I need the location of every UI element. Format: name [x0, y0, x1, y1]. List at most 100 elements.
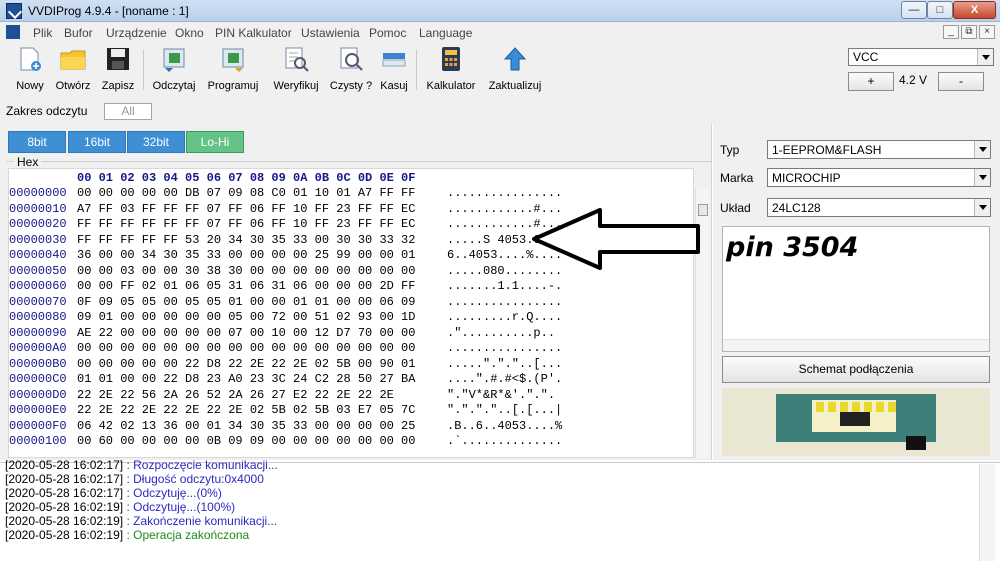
- brand-select[interactable]: MICROCHIP: [767, 168, 991, 187]
- menu-settings[interactable]: Ustawienia: [301, 26, 360, 40]
- log-panel[interactable]: [2020-05-28 16:02:17] : Rozpoczęcie komu…: [0, 458, 1000, 563]
- hex-row: 00000050 00 00 03 00 00 30 38 30 00 00 00…: [9, 263, 562, 279]
- hex-row-ascii: "."V*&R*&'.".".: [447, 387, 556, 402]
- title-bar[interactable]: VVDIProg 4.9.4 - [noname : 1] — □ X: [0, 0, 1000, 22]
- model-value: 24LC128: [772, 201, 821, 215]
- read-label: Odczytaj: [152, 80, 196, 92]
- log-timestamp: [2020-05-28 16:02:19]: [5, 500, 124, 514]
- mdi-close-button[interactable]: ×: [979, 25, 995, 39]
- folder-icon: [60, 50, 86, 70]
- hex-row-ascii: .........r.Q....: [447, 310, 563, 324]
- read-range-field[interactable]: All: [104, 103, 152, 120]
- menu-language[interactable]: Language: [419, 26, 472, 40]
- menu-file[interactable]: Plik: [33, 26, 52, 40]
- blank-check-button[interactable]: Czysty ?: [328, 46, 374, 94]
- menu-window[interactable]: Okno: [175, 26, 204, 40]
- hex-row-ascii: .......1.1....-.: [447, 279, 563, 293]
- save-label: Zapisz: [101, 80, 135, 92]
- hex-row-ascii: ....".#.#<$.(P'.: [447, 372, 563, 386]
- log-message: : Długość odczytu:0x4000: [126, 472, 264, 486]
- hex-group-label: Hex: [14, 155, 42, 169]
- hex-row: 000000E0 22 2E 22 2E 22 2E 22 2E 02 5B 02…: [9, 403, 562, 418]
- verify-button[interactable]: Weryfikuj: [268, 46, 324, 94]
- mdi-minimize-button[interactable]: _: [943, 25, 959, 39]
- toolbar-separator: [143, 50, 144, 90]
- hex-row-bytes: 00 00 00 00 00 DB 07 09 08 C0 01 10 01 A…: [77, 186, 416, 200]
- hex-row-address: 00000030: [9, 232, 67, 247]
- hex-row-address: 00000040: [9, 248, 67, 262]
- log-message: : Rozpoczęcie komunikacji...: [126, 458, 278, 472]
- log-message: : Odczytuję...(100%): [126, 500, 236, 514]
- model-select[interactable]: 24LC128: [767, 198, 991, 217]
- chevron-down-icon: [974, 169, 990, 186]
- hex-row-bytes: 00 00 00 00 00 00 00 00 00 00 00 00 00 0…: [77, 341, 416, 355]
- program-label: Programuj: [207, 80, 259, 92]
- hex-row-bytes: 22 2E 22 56 2A 26 52 2A 26 27 E2 22 2E 2…: [77, 387, 394, 402]
- new-button[interactable]: Nowy: [12, 46, 48, 94]
- type-select[interactable]: 1-EEPROM&FLASH: [767, 140, 991, 159]
- hex-row: 00000070 0F 09 05 05 00 05 05 01 00 00 01…: [9, 294, 562, 310]
- type-label: Typ: [720, 143, 740, 157]
- log-entry: [2020-05-28 16:02:17] : Odczytuję...(0%): [5, 486, 222, 500]
- hex-row-ascii: .B..6..4053....%: [447, 418, 563, 433]
- log-vertical-scrollbar[interactable]: [979, 464, 995, 561]
- verify-icon: [285, 47, 309, 72]
- menu-buffer[interactable]: Bufor: [64, 26, 93, 40]
- mode-8bit-button[interactable]: 8bit: [8, 131, 66, 153]
- log-entry: [2020-05-28 16:02:17] : Długość odczytu:…: [5, 472, 264, 486]
- notes-horizontal-scrollbar[interactable]: [723, 339, 989, 351]
- chip-diagram: [722, 388, 990, 456]
- save-button[interactable]: Zapisz: [100, 46, 136, 94]
- log-timestamp: [2020-05-28 16:02:17]: [5, 486, 124, 500]
- mdi-restore-button[interactable]: ⧉: [961, 25, 977, 39]
- verify-label: Weryfikuj: [273, 80, 319, 92]
- calculator-button[interactable]: Kalkulator: [422, 46, 480, 94]
- open-button[interactable]: Otwórz: [52, 46, 94, 94]
- menu-help[interactable]: Pomoc: [369, 26, 406, 40]
- hex-row-address: 000000C0: [9, 372, 67, 386]
- hex-row: 00000100 00 60 00 00 00 00 0B 09 09 00 00…: [9, 434, 562, 449]
- erase-button[interactable]: Kasuj: [378, 46, 410, 94]
- log-entry: [2020-05-28 16:02:19] : Operacja zakończ…: [5, 528, 249, 542]
- mode-lohi-button[interactable]: Lo-Hi: [186, 131, 244, 153]
- mode-16bit-button[interactable]: 16bit: [68, 131, 126, 153]
- vcc-select[interactable]: VCC: [848, 48, 994, 66]
- chip-note-text: pin 3504: [726, 232, 859, 263]
- hex-row-bytes: 01 01 00 00 22 D8 23 A0 23 3C 24 C2 28 5…: [77, 372, 416, 386]
- mode-32bit-button[interactable]: 32bit: [127, 131, 185, 153]
- hex-row-address: 000000E0: [9, 403, 67, 417]
- open-label: Otwórz: [55, 80, 91, 92]
- hex-row-address: 00000070: [9, 294, 67, 309]
- eraser-icon: [382, 53, 406, 67]
- hex-row-bytes: 06 42 02 13 36 00 01 34 30 35 33 00 00 0…: [77, 418, 416, 433]
- hex-row-bytes: 09 01 00 00 00 00 00 05 00 72 00 51 02 9…: [77, 310, 416, 324]
- maximize-button[interactable]: □: [927, 1, 953, 19]
- hex-row-address: 00000050: [9, 263, 67, 278]
- hex-row-bytes: FF FF FF FF FF 53 20 34 30 35 33 00 30 3…: [77, 232, 416, 247]
- read-button[interactable]: Odczytaj: [150, 46, 198, 94]
- update-button[interactable]: Zaktualizuj: [486, 46, 544, 94]
- hex-row-bytes: 00 00 FF 02 01 06 05 31 06 31 06 00 00 0…: [77, 279, 416, 293]
- hex-row-bytes: 0F 09 05 05 00 05 05 01 00 00 01 01 00 0…: [77, 294, 416, 309]
- annotation-arrow-icon: [532, 208, 700, 270]
- app-icon: [6, 3, 22, 19]
- minimize-button[interactable]: —: [901, 1, 927, 19]
- voltage-increase-button[interactable]: +: [848, 72, 894, 91]
- hex-row-ascii: .`..............: [447, 434, 563, 448]
- chevron-down-icon: [974, 199, 990, 216]
- menu-device[interactable]: Urządzenie: [106, 26, 167, 40]
- connection-diagram-button[interactable]: Schemat podłączenia: [722, 356, 990, 383]
- hex-row-bytes: FF FF FF FF FF FF 07 FF 06 FF 10 FF 23 F…: [77, 217, 416, 231]
- voltage-decrease-button[interactable]: -: [938, 72, 984, 91]
- hex-row: 000000B0 00 00 00 00 00 22 D8 22 2E 22 2E…: [9, 357, 562, 372]
- log-message: : Zakończenie komunikacji...: [126, 514, 278, 528]
- hex-row-bytes: 36 00 00 34 30 35 33 00 00 00 00 25 99 0…: [77, 248, 416, 262]
- close-button[interactable]: X: [953, 1, 996, 19]
- program-button[interactable]: Programuj: [204, 46, 262, 94]
- hex-row: 000000F0 06 42 02 13 36 00 01 34 30 35 33…: [9, 419, 562, 434]
- log-timestamp: [2020-05-28 16:02:19]: [5, 528, 124, 542]
- update-label: Zaktualizuj: [488, 80, 542, 92]
- type-value: 1-EEPROM&FLASH: [772, 143, 882, 157]
- hex-row: 00000000 00 00 00 00 00 DB 07 09 08 C0 01…: [9, 186, 562, 201]
- menu-pin-calculator[interactable]: PIN Kalkulator: [215, 26, 292, 40]
